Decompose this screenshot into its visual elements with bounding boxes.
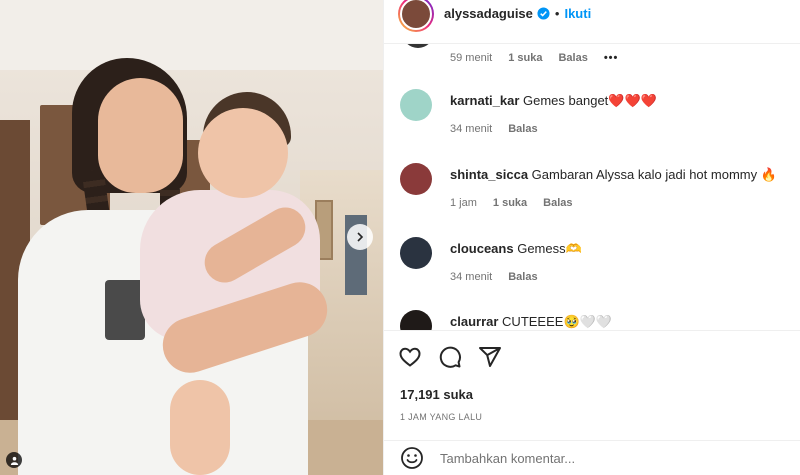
emoji-icon[interactable] xyxy=(400,446,424,470)
comment-line: claurrar CUTEEEE🥹🤍🤍 xyxy=(450,314,612,330)
commenter-avatar[interactable] xyxy=(400,89,432,121)
comment-item: karnati_kar Gemes banget❤️❤️❤️ 34 menit … xyxy=(384,89,800,163)
post-photo[interactable] xyxy=(0,0,383,475)
reply-button[interactable]: Balas xyxy=(508,271,537,283)
photo-woman-face xyxy=(98,78,183,193)
comment-line: karnati_kar Gemes banget❤️❤️❤️ xyxy=(450,93,657,109)
reply-button[interactable]: Balas xyxy=(558,52,587,64)
comment-time: 34 menit xyxy=(450,123,493,135)
photo-baby-face xyxy=(198,108,288,198)
photo-ceiling xyxy=(0,0,383,70)
reply-button[interactable]: Balas xyxy=(508,123,537,135)
verified-badge-icon xyxy=(537,7,550,20)
comment-likes[interactable]: 1 suka xyxy=(508,52,542,64)
post-actions: 17,191 suka 1 JAM YANG LALU xyxy=(384,330,800,430)
commenter-username[interactable]: shinta_sicca xyxy=(450,167,528,182)
commenter-username[interactable]: claurrar xyxy=(450,314,498,329)
user-tag-button[interactable] xyxy=(6,452,22,468)
comment-item: claurrar CUTEEEE🥹🤍🤍 xyxy=(384,310,800,330)
more-options-icon[interactable]: ••• xyxy=(604,52,619,64)
comment-time: 34 menit xyxy=(450,271,493,283)
heart-icon[interactable] xyxy=(398,345,422,369)
action-icons xyxy=(398,345,502,369)
author-avatar[interactable] xyxy=(398,0,434,32)
share-icon[interactable] xyxy=(478,345,502,369)
comment-text: CUTEEEE🥹🤍🤍 xyxy=(502,314,613,329)
likes-count[interactable]: 17,191 suka xyxy=(400,387,473,402)
follow-button[interactable]: Ikuti xyxy=(564,6,591,21)
commenter-avatar[interactable] xyxy=(400,310,432,330)
photo-shirt-print xyxy=(105,280,145,340)
previous-comment-avatar[interactable] xyxy=(402,44,434,48)
commenter-avatar[interactable] xyxy=(400,237,432,269)
comment-time: 1 jam xyxy=(450,197,477,209)
comment-likes[interactable]: 1 suka xyxy=(493,197,527,209)
commenter-avatar[interactable] xyxy=(400,163,432,195)
comment-line: shinta_sicca Gambaran Alyssa kalo jadi h… xyxy=(450,167,777,183)
user-tag-icon xyxy=(10,456,18,465)
comment-item: shinta_sicca Gambaran Alyssa kalo jadi h… xyxy=(384,163,800,237)
header-separator: • xyxy=(554,6,560,21)
comment-meta: 34 menit Balas xyxy=(450,123,538,135)
photo-baby-leg xyxy=(170,380,230,475)
comment-meta: 1 jam 1 suka Balas xyxy=(450,197,573,209)
comment-meta: 34 menit Balas xyxy=(450,271,538,283)
commenter-username[interactable]: karnati_kar xyxy=(450,93,519,108)
previous-comment-meta: 59 menit 1 suka Balas ••• xyxy=(450,52,618,64)
post-header: alyssadaguise • Ikuti xyxy=(384,0,800,44)
post-time-ago: 1 JAM YANG LALU xyxy=(400,412,483,422)
post-side-panel: alyssadaguise • Ikuti 59 menit 1 suka Ba… xyxy=(383,0,800,475)
comment-icon[interactable] xyxy=(438,345,462,369)
comment-text: Gemess🫶 xyxy=(517,241,582,256)
reply-button[interactable]: Balas xyxy=(543,197,572,209)
comment-time: 59 menit xyxy=(450,52,493,64)
comments-list[interactable]: 59 menit 1 suka Balas ••• karnati_kar Ge… xyxy=(384,44,800,330)
comment-text: Gambaran Alyssa kalo jadi hot mommy 🔥 xyxy=(531,167,777,182)
chevron-right-icon xyxy=(357,232,364,242)
comment-text: Gemes banget❤️❤️❤️ xyxy=(523,93,657,108)
commenter-username[interactable]: clouceans xyxy=(450,241,514,256)
comment-line: clouceans Gemess🫶 xyxy=(450,241,582,257)
comment-input[interactable] xyxy=(440,450,740,466)
carousel-next-button[interactable] xyxy=(347,224,373,250)
comment-item: clouceans Gemess🫶 34 menit Balas xyxy=(384,237,800,311)
comment-composer xyxy=(384,440,800,475)
author-username[interactable]: alyssadaguise xyxy=(444,6,533,21)
